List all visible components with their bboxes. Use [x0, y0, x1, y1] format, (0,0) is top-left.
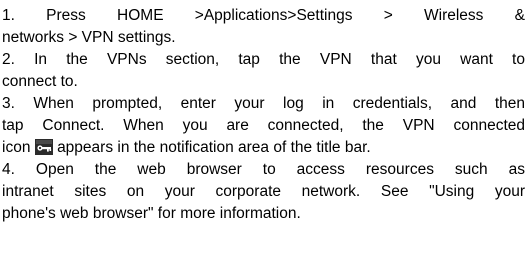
vpn-connected-icon	[34, 139, 53, 155]
step-3-line-2: tap Connect. When you are connected, the…	[2, 117, 525, 134]
step-3-line-1: 3. When prompted, enter your log in cred…	[2, 95, 525, 112]
step-4-line-2: intranet sites on your corporate network…	[2, 183, 525, 200]
step-2-line-2: connect to.	[2, 73, 78, 90]
step-2-line-1: 2. In the VPNs section, tap the VPN that…	[2, 51, 525, 68]
step-3-line-3-text-a: icon	[2, 139, 31, 156]
step-4-line-1: 4. Open the web browser to access resour…	[2, 161, 525, 178]
step-3-line-3-text-b: appears in the notification area of the …	[57, 139, 371, 156]
step-1-line-2: networks > VPN settings.	[2, 29, 176, 46]
step-1-line-1: 1. Press HOME >Applications>Settings > W…	[2, 7, 525, 24]
step-3-line-3: icon appears in the notification area of…	[2, 137, 525, 159]
step-4-line-3: phone's web browser" for more informatio…	[2, 205, 301, 222]
